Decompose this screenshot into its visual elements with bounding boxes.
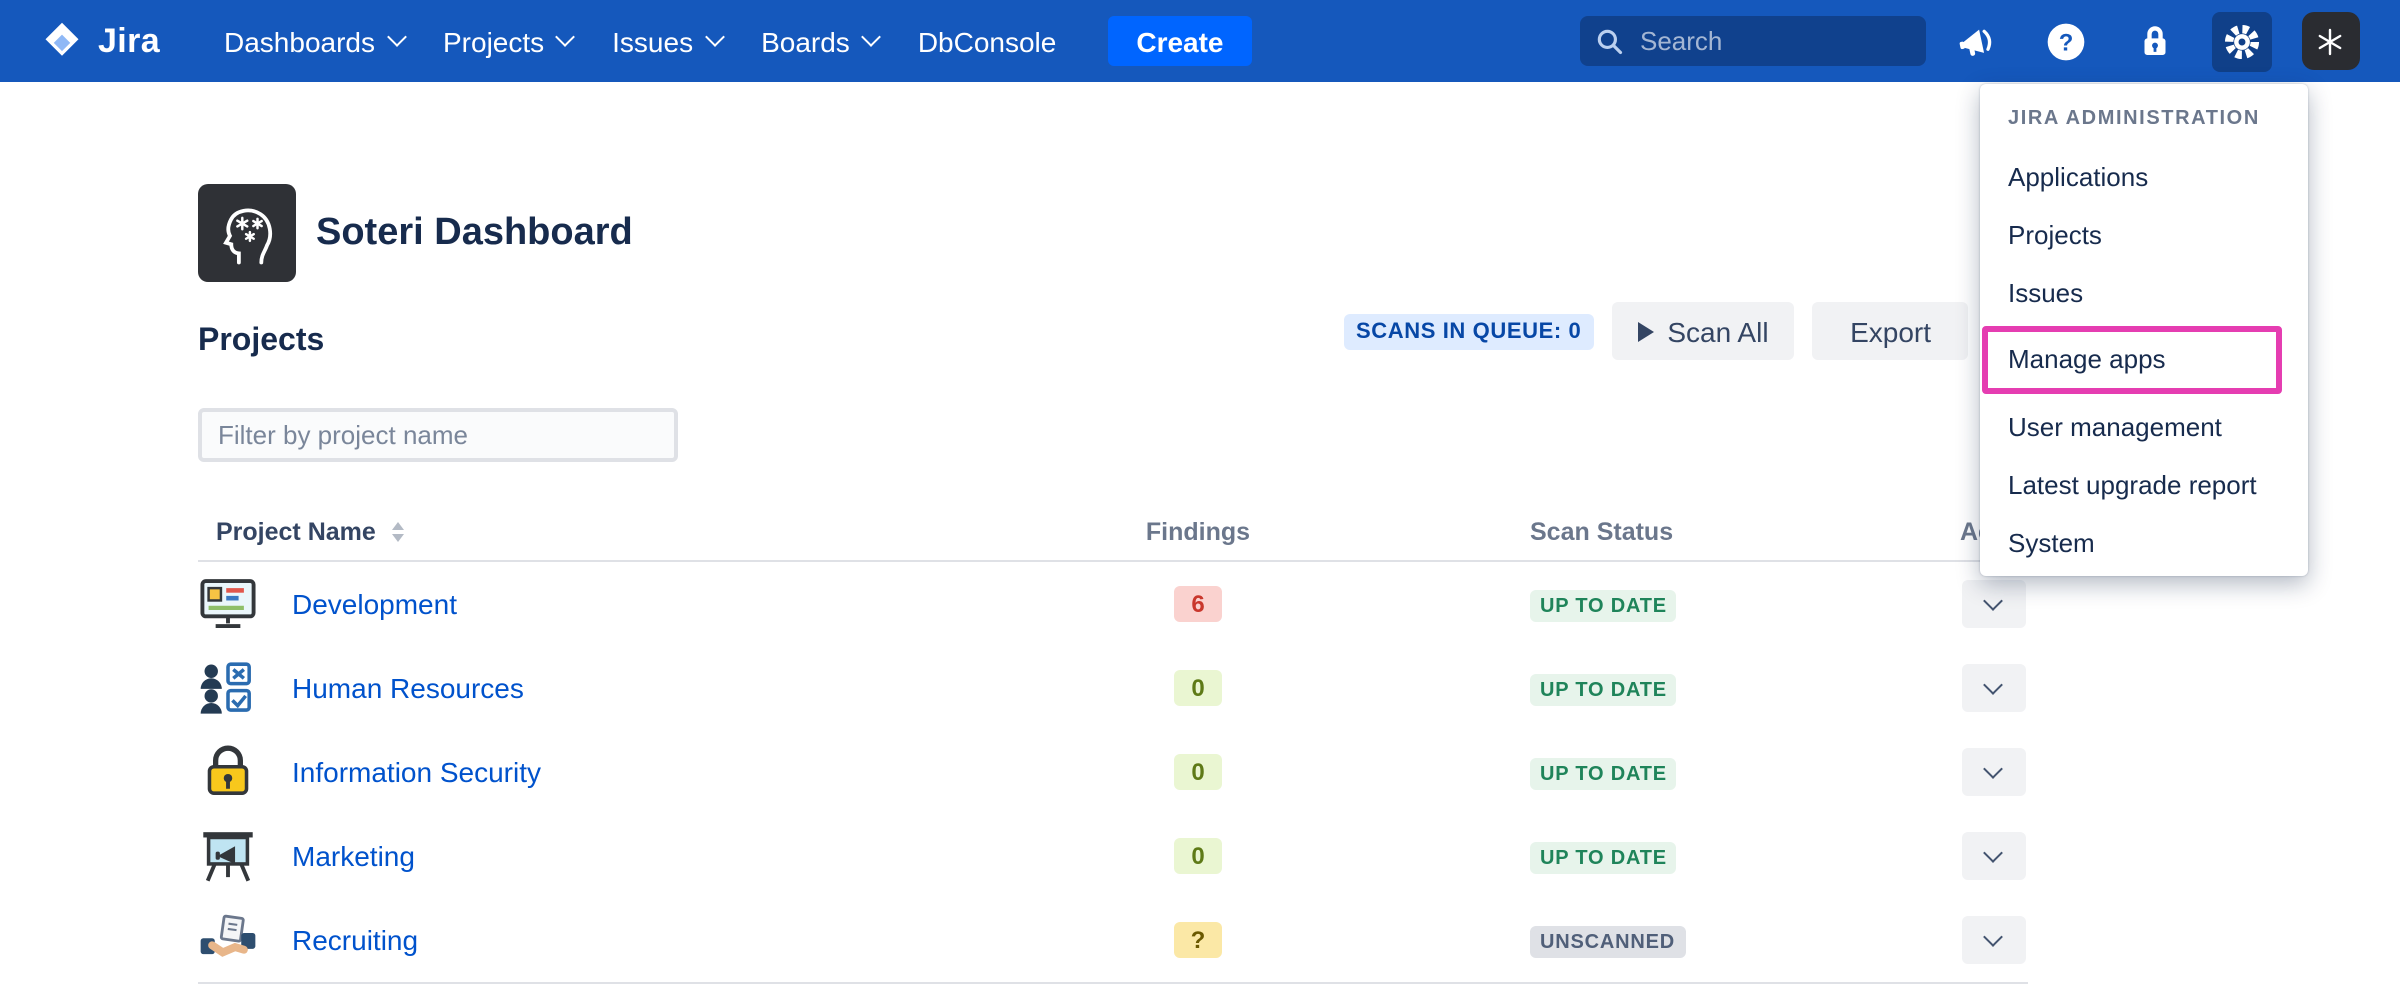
menu-section-title: JIRA ADMINISTRATION [1980, 100, 2308, 140]
nav-issues-label: Issues [612, 25, 693, 57]
scan-status-lozenge: UNSCANNED [1530, 927, 1685, 959]
project-link[interactable]: Development [292, 588, 457, 620]
nav-projects-label: Projects [443, 25, 544, 57]
project-name-header-label: Project Name [216, 518, 376, 546]
row-actions-button[interactable] [1961, 664, 2025, 712]
scan-status-lozenge: UP TO DATE [1530, 843, 1677, 875]
chevron-down-icon [1983, 843, 2003, 863]
nav-dbconsole[interactable]: DbConsole [918, 25, 1057, 57]
project-filter-input[interactable] [198, 408, 678, 462]
menu-item-user-management[interactable]: User management [1980, 398, 2308, 456]
svg-text:?: ? [2059, 28, 2074, 55]
scan-status-lozenge: UP TO DATE [1530, 759, 1677, 791]
table-header-row: Project Name Findings Scan Status Action… [198, 504, 2028, 562]
gear-icon[interactable] [2212, 11, 2272, 71]
findings-badge: 0 [1174, 754, 1222, 790]
project-link[interactable]: Recruiting [292, 924, 418, 956]
main-navigation: Dashboards Projects Issues Boards DbCons… [224, 0, 1252, 82]
row-actions-button[interactable] [1961, 832, 2025, 880]
project-link[interactable]: Information Security [292, 756, 541, 788]
search-input[interactable] [1636, 24, 1910, 58]
sort-icon[interactable] [392, 523, 404, 542]
findings-badge: 0 [1174, 670, 1222, 706]
scan-status-lozenge: UP TO DATE [1530, 591, 1677, 623]
development-monitor-icon [198, 574, 258, 634]
search-icon [1596, 27, 1624, 55]
menu-item-system[interactable]: System [1980, 514, 2308, 572]
table-row: Recruiting ? UNSCANNED [198, 898, 2028, 984]
table-row: Marketing 0 UP TO DATE [198, 814, 2028, 898]
export-button[interactable]: Export [1813, 302, 1969, 360]
column-header-project-name[interactable]: Project Name [198, 518, 1078, 546]
play-icon [1637, 321, 1653, 341]
menu-item-latest-upgrade-report[interactable]: Latest upgrade report [1980, 456, 2308, 514]
recruiting-handshake-icon [198, 910, 258, 970]
table-row: Information Security 0 UP TO DATE [198, 730, 2028, 814]
findings-badge: 6 [1174, 586, 1222, 622]
nav-boards-label: Boards [761, 25, 850, 57]
chevron-down-icon [1983, 591, 2003, 611]
human-resources-icon [198, 658, 258, 718]
top-navbar: Jira Dashboards Projects Issues Boards D… [0, 0, 2400, 82]
project-link[interactable]: Human Resources [292, 672, 524, 704]
findings-badge: 0 [1174, 838, 1222, 874]
screen: Jira Dashboards Projects Issues Boards D… [0, 0, 2400, 993]
page-title: Soteri Dashboard [316, 211, 633, 255]
nav-dashboards-label: Dashboards [224, 25, 375, 57]
chevron-down-icon [704, 27, 724, 47]
navbar-icon-group: ? [1948, 11, 2360, 71]
menu-item-projects[interactable]: Projects [1980, 206, 2308, 264]
menu-item-manage-apps[interactable]: Manage apps [1982, 326, 2282, 394]
table-row: Human Resources 0 UP TO DATE [198, 646, 2028, 730]
page-header: Soteri Dashboard [198, 184, 633, 282]
nav-projects[interactable]: Projects [443, 25, 572, 57]
soteri-logo-icon [198, 184, 296, 282]
chevron-down-icon [861, 27, 881, 47]
menu-item-applications[interactable]: Applications [1980, 148, 2308, 206]
row-actions-button[interactable] [1961, 580, 2025, 628]
jira-administration-menu: JIRA ADMINISTRATION Applications Project… [1980, 84, 2308, 576]
nav-issues[interactable]: Issues [612, 25, 721, 57]
jira-logo-icon [40, 19, 84, 63]
column-header-findings: Findings [1078, 518, 1318, 546]
chevron-down-icon [1983, 927, 2003, 947]
projects-table: Project Name Findings Scan Status Action… [198, 504, 2028, 984]
chevron-down-icon [1983, 759, 2003, 779]
export-label: Export [1850, 315, 1931, 347]
nav-dbconsole-label: DbConsole [918, 25, 1057, 57]
scan-all-label: Scan All [1667, 315, 1768, 347]
chevron-down-icon [555, 27, 575, 47]
findings-badge: ? [1174, 922, 1222, 958]
projects-toolbar: SCANS IN QUEUE: 0 Scan All Export [1344, 302, 1969, 360]
avatar [2301, 12, 2359, 70]
menu-item-issues[interactable]: Issues [1980, 264, 2308, 322]
scans-in-queue-badge: SCANS IN QUEUE: 0 [1344, 313, 1593, 349]
project-link[interactable]: Marketing [292, 840, 415, 872]
chevron-down-icon [386, 27, 406, 47]
column-header-scan-status: Scan Status [1318, 518, 1958, 546]
global-search-box[interactable] [1580, 16, 1926, 66]
scan-status-lozenge: UP TO DATE [1530, 675, 1677, 707]
scan-all-button[interactable]: Scan All [1611, 302, 1794, 360]
jira-home-link[interactable]: Jira [40, 0, 160, 82]
brand-name: Jira [98, 21, 160, 61]
table-row: Development 6 UP TO DATE [198, 562, 2028, 646]
row-actions-button[interactable] [1961, 916, 2025, 964]
information-security-lock-icon [198, 742, 258, 802]
lock-icon[interactable] [2124, 11, 2184, 71]
soteri-avatar-icon[interactable] [2300, 11, 2360, 71]
marketing-megaphone-icon [198, 826, 258, 886]
nav-dashboards[interactable]: Dashboards [224, 25, 403, 57]
projects-section-heading: Projects [198, 324, 324, 360]
nav-boards[interactable]: Boards [761, 25, 878, 57]
announcement-icon[interactable] [1948, 11, 2008, 71]
create-button[interactable]: Create [1108, 16, 1251, 66]
row-actions-button[interactable] [1961, 748, 2025, 796]
help-icon[interactable]: ? [2036, 11, 2096, 71]
chevron-down-icon [1983, 675, 2003, 695]
